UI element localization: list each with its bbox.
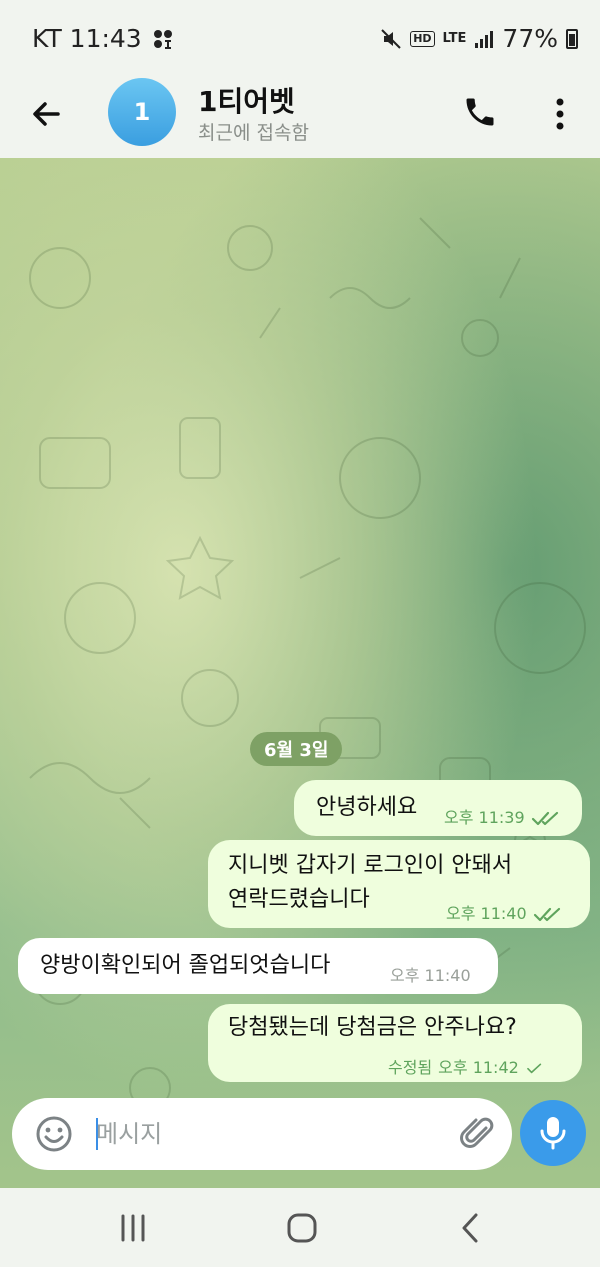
message-meta: 오후 11:40 bbox=[390, 960, 471, 992]
edited-label: 수정됨 bbox=[388, 1058, 433, 1077]
message-text: 지니벳 갑자기 로그인이 안돼서 bbox=[228, 853, 513, 878]
mic-icon[interactable] bbox=[520, 1100, 586, 1166]
signal-icon bbox=[474, 29, 494, 49]
back-arrow-icon[interactable] bbox=[28, 96, 64, 132]
message-time: 오후 11:40 bbox=[390, 966, 471, 985]
message-bubble-incoming[interactable]: 양방이확인되어 졸업되엇습니다 오후 11:40 bbox=[18, 938, 498, 994]
more-vert-icon[interactable] bbox=[548, 94, 572, 134]
date-separator: 6월 3일 bbox=[250, 732, 343, 766]
message-input[interactable] bbox=[96, 1116, 446, 1152]
chat-header: 1 1티어벳 최근에 접속함 bbox=[0, 78, 600, 158]
last-seen-status: 최근에 접속함 bbox=[198, 122, 309, 144]
paperclip-icon[interactable] bbox=[458, 1114, 498, 1154]
message-time: 오후 11:42 bbox=[438, 1058, 519, 1077]
message-text: 안녕하세요 bbox=[316, 795, 418, 820]
message-time: 오후 11:40 bbox=[446, 904, 527, 923]
battery-icon bbox=[566, 28, 578, 49]
notification-dots-icon bbox=[152, 28, 174, 50]
message-text: 양방이확인되어 졸업되엇습니다 bbox=[40, 953, 331, 978]
carrier-time: KT 11:43 bbox=[32, 24, 142, 53]
battery-percent: 77% bbox=[502, 24, 558, 53]
avatar[interactable]: 1 bbox=[108, 78, 176, 146]
nav-back-icon[interactable] bbox=[458, 1212, 482, 1244]
message-bubble-outgoing[interactable]: 안녕하세요 오후 11:39 bbox=[294, 780, 582, 836]
message-meta: 오후 11:40 bbox=[446, 898, 563, 930]
message-composer bbox=[12, 1098, 512, 1170]
message-bubble-outgoing[interactable]: 지니벳 갑자기 로그인이 안돼서 연락드렸습니다 오후 11:40 bbox=[208, 840, 590, 928]
phone-icon[interactable] bbox=[462, 94, 498, 130]
chat-background: 6월 3일 안녕하세요 오후 11:39 지니벳 갑자기 로그인이 안돼서 연락… bbox=[0, 158, 600, 1188]
emoji-icon[interactable] bbox=[34, 1114, 74, 1154]
message-meta: 수정됨 오후 11:42 bbox=[388, 1052, 547, 1084]
system-nav-bar bbox=[0, 1188, 600, 1267]
double-check-icon bbox=[531, 811, 558, 826]
hd-icon: HD bbox=[410, 30, 435, 47]
lte-icon: LTE bbox=[442, 30, 467, 46]
status-bar: KT 11:43 HD LTE 77% bbox=[0, 0, 600, 78]
message-meta: 오후 11:39 bbox=[444, 802, 561, 834]
chat-title[interactable]: 1티어벳 bbox=[198, 80, 295, 120]
double-check-icon bbox=[533, 907, 560, 922]
message-bubble-outgoing[interactable]: 당첨됐는데 당첨금은 안주나요? 수정됨 오후 11:42 bbox=[208, 1004, 582, 1082]
home-icon[interactable] bbox=[286, 1212, 318, 1244]
message-text: 당첨됐는데 당첨금은 안주나요? bbox=[228, 1015, 517, 1040]
single-check-icon bbox=[526, 1063, 542, 1074]
mute-icon bbox=[380, 28, 402, 50]
recent-apps-icon[interactable] bbox=[118, 1214, 148, 1242]
message-text: 연락드렸습니다 bbox=[228, 887, 370, 912]
message-time: 오후 11:39 bbox=[444, 808, 525, 827]
